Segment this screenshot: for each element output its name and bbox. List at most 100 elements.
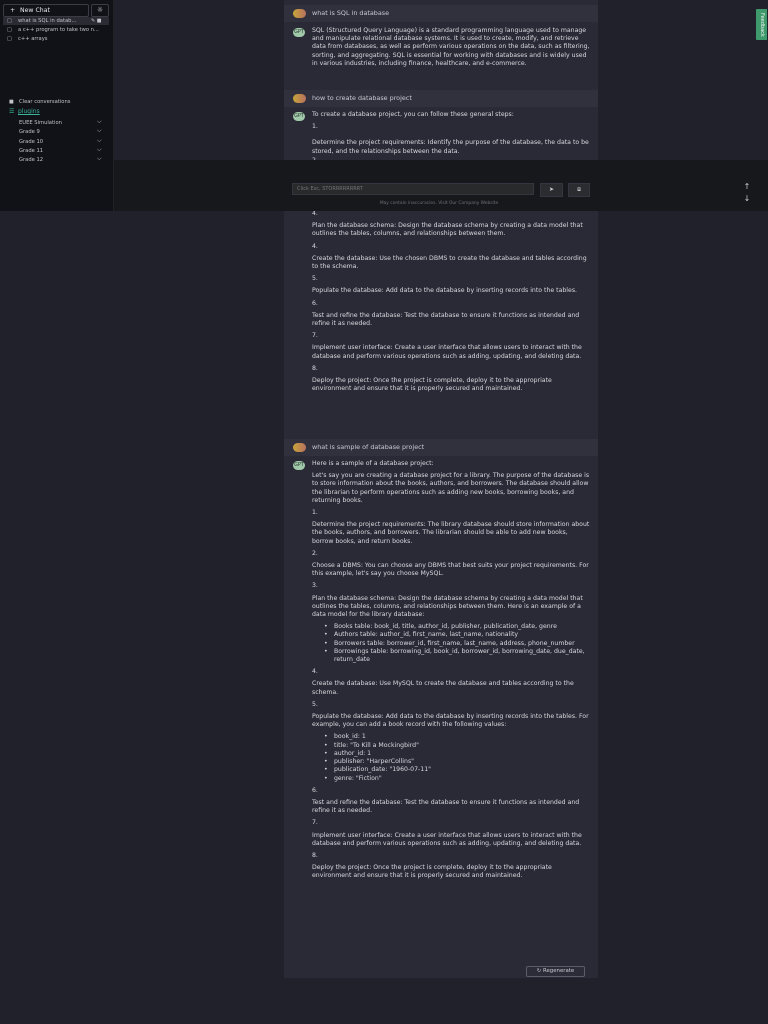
list-item: author_id: 1 bbox=[324, 750, 590, 758]
chat-input[interactable] bbox=[292, 183, 534, 195]
step-text: Test and refine the database: Test the d… bbox=[312, 311, 580, 328]
chat-bubble-icon: □ bbox=[7, 27, 12, 33]
regenerate-button[interactable]: ↻ Regenerate bbox=[526, 966, 585, 977]
step-number: 5. bbox=[312, 275, 318, 283]
list-item: genre: "Fiction" bbox=[324, 775, 590, 783]
trash-icon: ■ bbox=[9, 99, 14, 105]
step-text: Plan the database schema: Design the dat… bbox=[312, 594, 583, 619]
step-text: Deploy the project: Once the project is … bbox=[312, 864, 552, 880]
new-chat-button[interactable]: + New Chat bbox=[3, 4, 89, 17]
chevron-down-icon: ⌵ bbox=[97, 146, 102, 153]
assistant-avatar-icon: GPT bbox=[293, 28, 305, 37]
plugin-item-grade-12[interactable]: Grade 12 ⌵ bbox=[19, 155, 105, 164]
clear-conversations-label: Clear conversations bbox=[19, 99, 71, 105]
list-item: title: "To Kill a Mockingbird" bbox=[324, 742, 590, 750]
stop-icon: ⧇ bbox=[577, 186, 581, 193]
new-chat-label: New Chat bbox=[20, 7, 50, 14]
send-button[interactable]: ➤ bbox=[540, 183, 563, 197]
conversation-title: a c++ program to take two n... bbox=[18, 27, 99, 33]
step-text: Implement user interface: Create a user … bbox=[312, 831, 582, 847]
arrow-down-icon: ↓ bbox=[743, 194, 751, 203]
chat-thread: what is SQL in database GPT SQL (Structu… bbox=[284, 0, 598, 978]
step-text: Test and refine the database: Test the d… bbox=[312, 798, 580, 815]
plugin-item-euee-simulation[interactable]: EUEE Simulation ⌵ bbox=[19, 118, 105, 127]
user-avatar bbox=[293, 9, 306, 18]
sidebar-conversation-item[interactable]: □ a c++ program to take two n... bbox=[3, 26, 109, 34]
sun-icon: ☼ bbox=[96, 6, 104, 14]
user-message: what is sample of database project bbox=[284, 439, 598, 456]
assistant-message-continued: 4. Plan the database schema: Design the … bbox=[312, 210, 590, 393]
step-number: 4. bbox=[312, 210, 318, 217]
step-number: 8. bbox=[312, 851, 318, 859]
plugin-label: EUEE Simulation bbox=[19, 120, 62, 126]
step-number: 6. bbox=[312, 786, 318, 794]
assistant-avatar-icon: GPT bbox=[293, 112, 305, 121]
user-message: how to create database project bbox=[284, 90, 598, 107]
assistant-message-text: Here is a sample of a database project: bbox=[312, 460, 434, 467]
plugins-label: plugins bbox=[18, 108, 40, 115]
plugin-label: Grade 12 bbox=[19, 157, 44, 163]
user-message: what is SQL in database bbox=[284, 5, 598, 22]
plugin-label: Grade 10 bbox=[19, 139, 44, 145]
schema-tables-list: Books table: book_id, title, author_id, … bbox=[312, 623, 590, 664]
list-item: Authors table: author_id, first_name, la… bbox=[324, 631, 590, 639]
feedback-tab[interactable]: Feedback bbox=[756, 9, 767, 40]
step-number: 7. bbox=[312, 819, 318, 827]
edit-delete-icons[interactable]: ✎ ■ bbox=[91, 17, 102, 25]
assistant-paragraph: Let's say you are creating a database pr… bbox=[312, 472, 590, 504]
step-number: 3. bbox=[312, 582, 318, 590]
assistant-message: Here is a sample of a database project: … bbox=[312, 460, 590, 881]
step-text: Create the database: Use MySQL to create… bbox=[312, 680, 574, 696]
send-icon: ➤ bbox=[548, 186, 555, 193]
step-number: 2. bbox=[312, 549, 318, 557]
user-message-text: what is SQL in database bbox=[312, 9, 390, 17]
list-item: publication_date: "1960-07-11" bbox=[324, 766, 590, 774]
step-number: 4. bbox=[312, 668, 318, 676]
chevron-down-icon: ⌵ bbox=[97, 155, 102, 162]
plugin-label: Grade 9 bbox=[19, 129, 40, 135]
plugin-item-grade-10[interactable]: Grade 10 ⌵ bbox=[19, 137, 105, 146]
assistant-message: To create a database project, you can fo… bbox=[312, 111, 590, 165]
step-text: Populate the database: Add data to the d… bbox=[312, 287, 578, 295]
assistant-message-text: SQL (Structured Query Language) is a sta… bbox=[312, 27, 590, 67]
sidebar-conversation-item[interactable]: □ what is SQL in datab... ✎ ■ bbox=[3, 17, 109, 25]
chevron-down-icon: ⌵ bbox=[97, 118, 102, 125]
chevron-down-icon: ⌵ bbox=[97, 127, 102, 134]
plugin-label: Grade 11 bbox=[19, 148, 44, 154]
chat-bubble-icon: □ bbox=[7, 18, 12, 24]
plugins-icon: ☰ bbox=[9, 108, 15, 115]
step-text: Create the database: Use the chosen DBMS… bbox=[312, 254, 587, 271]
disclaimer-text: May contain inaccuracies. Visit Our Comp… bbox=[379, 201, 499, 206]
user-avatar bbox=[293, 94, 306, 103]
step-text: Populate the database: Add data to the d… bbox=[312, 713, 589, 729]
assistant-avatar-icon: GPT bbox=[293, 461, 305, 470]
step-number: 7. bbox=[312, 332, 318, 340]
scroll-up-button[interactable]: ↑ bbox=[742, 182, 752, 192]
list-item: publisher: "HarperCollins" bbox=[324, 758, 590, 766]
step-text: Plan the database schema: Design the dat… bbox=[312, 222, 583, 238]
scroll-down-button[interactable]: ↓ bbox=[742, 194, 752, 204]
stop-button[interactable]: ⧇ bbox=[568, 183, 590, 197]
user-avatar bbox=[293, 443, 306, 452]
assistant-message: SQL (Structured Query Language) is a sta… bbox=[312, 27, 590, 68]
conversation-title: what is SQL in datab... bbox=[18, 18, 77, 24]
step-number: 1. bbox=[312, 123, 318, 131]
list-item: Borrowers table: borrower_id, first_name… bbox=[324, 640, 590, 648]
plus-icon: + bbox=[10, 7, 16, 14]
theme-toggle-button[interactable]: ☼ bbox=[91, 4, 109, 17]
step-text: Implement user interface: Create a user … bbox=[312, 344, 582, 360]
list-item: Books table: book_id, title, author_id, … bbox=[324, 623, 590, 631]
plugin-item-grade-9[interactable]: Grade 9 ⌵ bbox=[19, 127, 105, 136]
arrow-up-icon: ↑ bbox=[743, 182, 751, 191]
step-text: Deploy the project: Once the project is … bbox=[312, 377, 552, 393]
step-text: Determine the project requirements: The … bbox=[312, 521, 590, 545]
step-number: 4. bbox=[312, 242, 318, 250]
chat-bubble-icon: □ bbox=[7, 36, 12, 42]
list-item: Borrowings table: borrowing_id, book_id,… bbox=[324, 648, 590, 664]
sidebar-conversation-item[interactable]: □ c++ arrays bbox=[3, 35, 109, 43]
step-number: 5. bbox=[312, 700, 318, 708]
plugin-item-grade-11[interactable]: Grade 11 ⌵ bbox=[19, 146, 105, 155]
step-number: 1. bbox=[312, 509, 318, 517]
user-message-text: what is sample of database project bbox=[312, 443, 425, 451]
step-number: 8. bbox=[312, 364, 318, 372]
